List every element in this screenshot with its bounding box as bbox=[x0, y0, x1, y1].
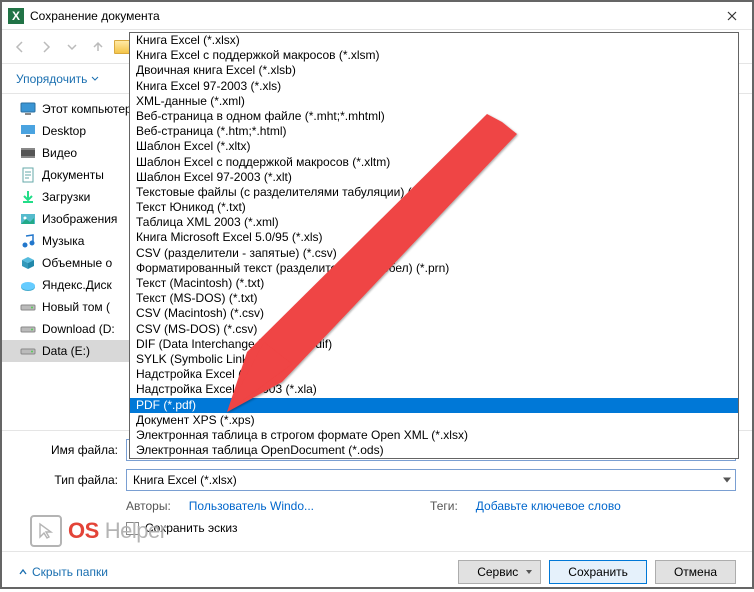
images-icon bbox=[20, 211, 36, 227]
filetype-option[interactable]: Текст (MS-DOS) (*.txt) bbox=[130, 291, 738, 306]
authors-label: Авторы: bbox=[126, 499, 171, 513]
filetype-option[interactable]: Форматированный текст (разделитель — про… bbox=[130, 261, 738, 276]
video-icon bbox=[20, 145, 36, 161]
filetype-select[interactable]: Книга Excel (*.xlsx) bbox=[126, 469, 736, 491]
chevron-up-icon bbox=[18, 567, 28, 577]
chevron-down-icon bbox=[91, 75, 99, 83]
filetype-option[interactable]: Шаблон Excel (*.xltx) bbox=[130, 139, 738, 154]
organize-label: Упорядочить bbox=[16, 72, 87, 86]
filetype-option[interactable]: DIF (Data Interchange Format) (*.dif) bbox=[130, 337, 738, 352]
filetype-option[interactable]: Книга Excel (*.xlsx) bbox=[130, 33, 738, 48]
filetype-option[interactable]: Веб-страница (*.htm;*.html) bbox=[130, 124, 738, 139]
filetype-option[interactable]: CSV (разделители - запятые) (*.csv) bbox=[130, 246, 738, 261]
svg-text:X: X bbox=[12, 9, 20, 23]
filetype-option[interactable]: Электронная таблица OpenDocument (*.ods) bbox=[130, 443, 738, 458]
titlebar: X Сохранение документа bbox=[2, 2, 752, 30]
tools-button[interactable]: Сервис bbox=[458, 560, 541, 584]
save-button[interactable]: Сохранить bbox=[549, 560, 647, 584]
music-icon bbox=[20, 233, 36, 249]
filetype-option[interactable]: Документ XPS (*.xps) bbox=[130, 413, 738, 428]
nav-forward[interactable] bbox=[36, 37, 56, 57]
filetype-option[interactable]: XML-данные (*.xml) bbox=[130, 94, 738, 109]
sidebar-item-label: Загрузки bbox=[42, 190, 90, 204]
hide-folders-label: Скрыть папки bbox=[32, 565, 108, 579]
nav-up[interactable] bbox=[88, 37, 108, 57]
footer: Скрыть папки Сервис Сохранить Отмена bbox=[2, 551, 752, 592]
watermark: OSHelper bbox=[30, 515, 167, 547]
excel-icon: X bbox=[8, 8, 24, 24]
watermark-text-a: OS bbox=[68, 518, 99, 544]
organize-button[interactable]: Упорядочить bbox=[10, 68, 105, 90]
sidebar-item-label: Новый том ( bbox=[42, 300, 110, 314]
arrow-up-icon bbox=[91, 40, 105, 54]
monitor-icon bbox=[20, 101, 36, 117]
window-title: Сохранение документа bbox=[30, 9, 712, 23]
filetype-option[interactable]: Таблица XML 2003 (*.xml) bbox=[130, 215, 738, 230]
close-icon bbox=[727, 11, 737, 21]
filetype-option[interactable]: Текст Юникод (*.txt) bbox=[130, 200, 738, 215]
filetype-option[interactable]: Двоичная книга Excel (*.xlsb) bbox=[130, 63, 738, 78]
cube-icon bbox=[20, 255, 36, 271]
filetype-option[interactable]: SYLK (Symbolic Link) (*.slk) bbox=[130, 352, 738, 367]
hide-folders-button[interactable]: Скрыть папки bbox=[18, 565, 108, 579]
filetype-option[interactable]: Книга Excel 97-2003 (*.xls) bbox=[130, 79, 738, 94]
filetype-option[interactable]: Текстовые файлы (с разделителями табуляц… bbox=[130, 185, 738, 200]
watermark-text-b: Helper bbox=[105, 518, 167, 544]
filetype-option[interactable]: Текст (Macintosh) (*.txt) bbox=[130, 276, 738, 291]
filetype-option[interactable]: Книга Excel с поддержкой макросов (*.xls… bbox=[130, 48, 738, 63]
filetype-value: Книга Excel (*.xlsx) bbox=[133, 473, 237, 487]
filetype-option[interactable]: CSV (MS-DOS) (*.csv) bbox=[130, 322, 738, 337]
authors-value[interactable]: Пользователь Windo... bbox=[189, 499, 314, 513]
sidebar-item-label: Этот компьютер bbox=[42, 102, 132, 116]
save-label: Сохранить bbox=[568, 565, 628, 579]
nav-recent[interactable] bbox=[62, 37, 82, 57]
sidebar-item-label: Изображения bbox=[42, 212, 117, 226]
filetype-option[interactable]: Надстройка Excel 97-2003 (*.xla) bbox=[130, 382, 738, 397]
drive-icon bbox=[20, 321, 36, 337]
drive-icon bbox=[20, 299, 36, 315]
cursor-icon bbox=[30, 515, 62, 547]
arrow-right-icon bbox=[39, 40, 53, 54]
filename-label: Имя файла: bbox=[18, 443, 118, 457]
chevron-down-icon bbox=[67, 42, 77, 52]
filetype-dropdown[interactable]: Книга Excel (*.xlsx)Книга Excel с поддер… bbox=[129, 32, 739, 459]
sidebar-item-label: Data (E:) bbox=[42, 344, 90, 358]
sidebar-item-label: Документы bbox=[42, 168, 104, 182]
sidebar-item-label: Видео bbox=[42, 146, 77, 160]
sidebar-item-label: Desktop bbox=[42, 124, 86, 138]
tools-label: Сервис bbox=[477, 565, 518, 579]
filetype-option[interactable]: CSV (Macintosh) (*.csv) bbox=[130, 306, 738, 321]
yadisk-icon bbox=[20, 277, 36, 293]
filetype-option[interactable]: Веб-страница в одном файле (*.mht;*.mhtm… bbox=[130, 109, 738, 124]
filetype-option[interactable]: Шаблон Excel с поддержкой макросов (*.xl… bbox=[130, 155, 738, 170]
docs-icon bbox=[20, 167, 36, 183]
arrow-left-icon bbox=[13, 40, 27, 54]
download-icon bbox=[20, 189, 36, 205]
filetype-label: Тип файла: bbox=[18, 473, 118, 487]
sidebar-item-label: Объемные о bbox=[42, 256, 112, 270]
desktop-icon bbox=[20, 123, 36, 139]
sidebar-item-label: Яндекс.Диск bbox=[42, 278, 112, 292]
close-button[interactable] bbox=[712, 2, 752, 30]
sidebar-item-label: Музыка bbox=[42, 234, 84, 248]
drive-icon bbox=[20, 343, 36, 359]
filetype-option[interactable]: Электронная таблица в строгом формате Op… bbox=[130, 428, 738, 443]
cancel-button[interactable]: Отмена bbox=[655, 560, 736, 584]
nav-back[interactable] bbox=[10, 37, 30, 57]
filetype-option[interactable]: Шаблон Excel 97-2003 (*.xlt) bbox=[130, 170, 738, 185]
filetype-option[interactable]: Надстройка Excel (*.xlam) bbox=[130, 367, 738, 382]
cancel-label: Отмена bbox=[674, 565, 717, 579]
tags-value[interactable]: Добавьте ключевое слово bbox=[476, 499, 621, 513]
filetype-option[interactable]: PDF (*.pdf) bbox=[130, 398, 738, 413]
filetype-option[interactable]: Книга Microsoft Excel 5.0/95 (*.xls) bbox=[130, 230, 738, 245]
sidebar-item-label: Download (D: bbox=[42, 322, 115, 336]
tags-label: Теги: bbox=[430, 499, 458, 513]
